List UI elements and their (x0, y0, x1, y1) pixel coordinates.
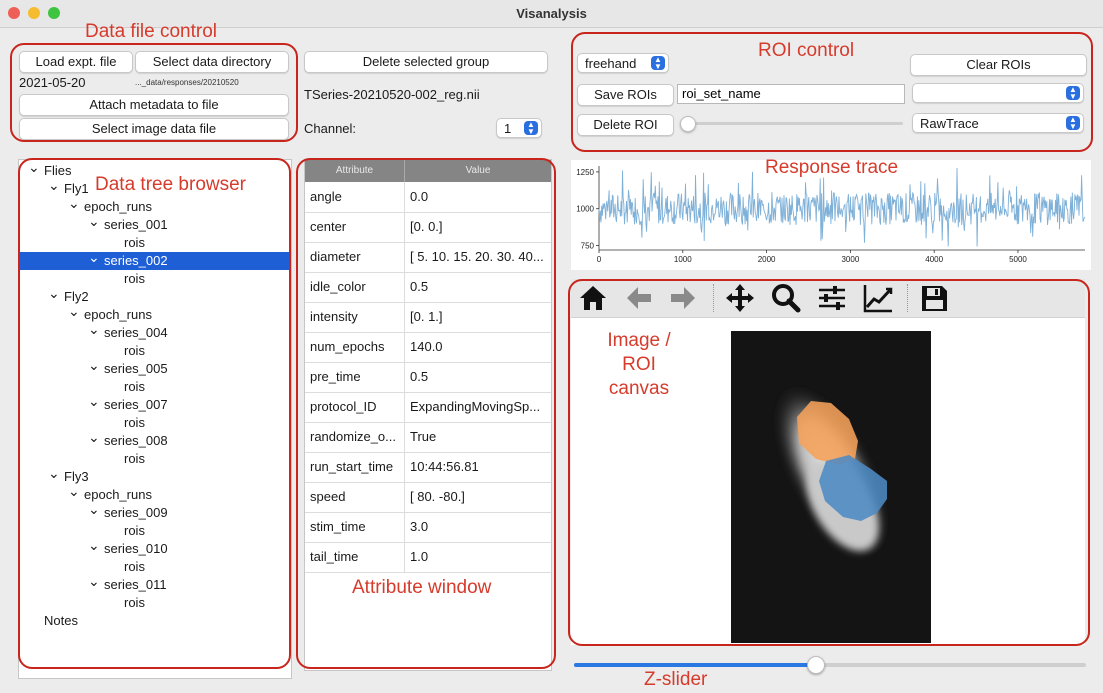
data-file-control-box (10, 43, 298, 142)
delete-selected-group-button[interactable]: Delete selected group (304, 51, 548, 73)
channel-select[interactable]: 1 ▲ ▼ (496, 118, 542, 138)
x-tick-label: 1000 (674, 255, 692, 264)
y-tick-label: 1000 (576, 205, 594, 214)
y-tick-label: 1250 (576, 168, 594, 177)
z-slider-fill (574, 663, 815, 667)
annotation-attribute-window: Attribute window (352, 577, 492, 598)
x-tick-label: 5000 (1009, 255, 1027, 264)
channel-label: Channel: (304, 121, 357, 136)
annotation-data-file-control: Data file control (85, 21, 218, 42)
annotation-z-slider: Z-slider (644, 669, 708, 690)
window-title: Visanalysis (516, 6, 587, 21)
data-tree-box (18, 158, 291, 669)
z-slider-track[interactable] (574, 663, 1086, 667)
image-file-name: TSeries-20210520-002_reg.nii (304, 87, 480, 102)
annotation-image-roi-canvas: Image / ROI canvas (607, 330, 671, 399)
y-tick-label: 750 (581, 242, 595, 251)
x-tick-label: 2000 (758, 255, 776, 264)
channel-value: 1 (504, 121, 512, 136)
annotation-response-trace: Response trace (765, 157, 899, 178)
x-tick-label: 4000 (925, 255, 943, 264)
x-tick-label: 3000 (841, 255, 859, 264)
chevron-updown-icon: ▲ ▼ (524, 121, 538, 136)
x-tick-label: 0 (597, 255, 602, 264)
z-slider-handle[interactable] (806, 656, 825, 674)
annotation-data-tree-browser: Data tree browser (95, 174, 247, 195)
annotation-roi-control: ROI control (758, 40, 855, 61)
